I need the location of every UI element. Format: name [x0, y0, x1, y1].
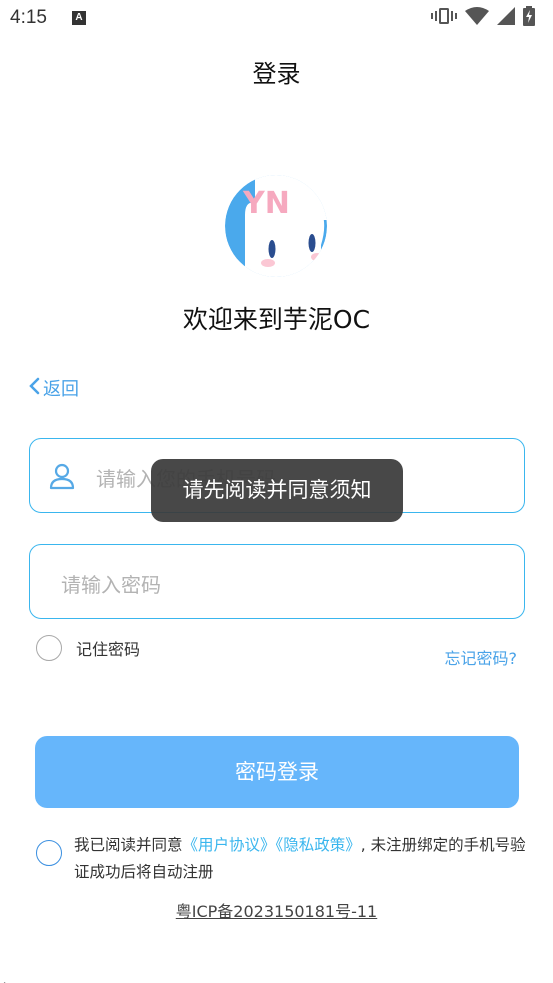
corner-mark	[0, 975, 6, 983]
chevron-left-icon	[28, 377, 40, 400]
remember-label: 记住密码	[76, 640, 141, 659]
status-icons	[431, 6, 535, 30]
notification-icon: A	[72, 11, 86, 25]
password-login-button[interactable]: 密码登录	[35, 736, 519, 808]
back-button[interactable]: 返回	[28, 375, 79, 401]
battery-charging-icon	[523, 6, 535, 30]
privacy-policy-link[interactable]: 《隐私政策》	[276, 836, 361, 854]
agreement-radio[interactable]	[36, 840, 62, 866]
status-bar: 4:15 A	[0, 0, 553, 38]
toast-message: 请先阅读并同意须知	[151, 459, 403, 522]
signal-icon	[497, 7, 515, 29]
icp-footer: 粤ICP备2023150181号-11	[0, 898, 553, 922]
logo-letters: YN	[242, 186, 290, 221]
back-label: 返回	[43, 379, 79, 400]
page-title: 登录	[252, 60, 301, 88]
password-placeholder: 请输入密码	[61, 573, 161, 597]
remember-radio[interactable]	[36, 635, 62, 661]
wifi-icon	[465, 7, 489, 29]
forgot-password-link[interactable]: 忘记密码?	[445, 645, 518, 669]
icp-link[interactable]: 粤ICP备2023150181号-11	[176, 902, 377, 921]
vibrate-icon	[431, 6, 457, 30]
welcome-heading: 欢迎来到芋泥OC	[182, 305, 371, 334]
remember-password-toggle[interactable]: 记住密码	[36, 635, 140, 661]
cat-mascot-logo: YN	[225, 175, 327, 277]
password-input[interactable]: 请输入密码	[29, 544, 525, 619]
user-icon	[48, 462, 76, 494]
agreement-text: 我已阅读并同意《用户协议》《隐私政策》, 未注册绑定的手机号验证成功后将自动注册	[74, 832, 530, 886]
agreement-prefix: 我已阅读并同意	[74, 836, 183, 854]
user-agreement-link[interactable]: 《用户协议》	[183, 836, 276, 854]
status-time: 4:15	[10, 7, 47, 28]
